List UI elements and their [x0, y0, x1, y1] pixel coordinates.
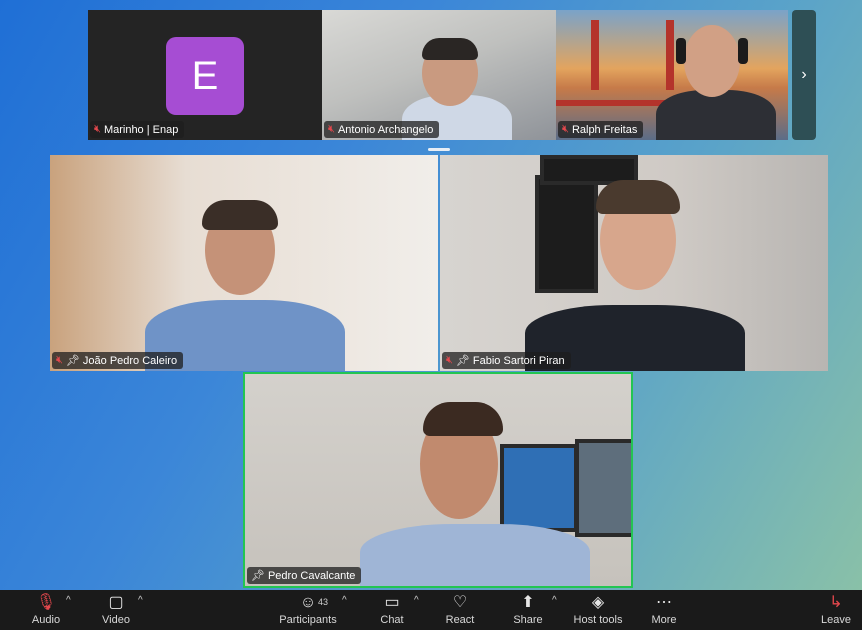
participant-name: Ralph Freitas	[571, 123, 638, 136]
more-dots-icon: ⋯	[656, 594, 672, 611]
more-button[interactable]: ⋯ More	[646, 590, 682, 630]
audio-options-caret[interactable]: ^	[66, 595, 71, 606]
leave-button[interactable]: ↳ Leave	[818, 590, 854, 630]
participant-name: João Pedro Caleiro	[82, 354, 178, 367]
video-tile-pedro-active-speaker[interactable]: 📌︎ Pedro Cavalcante	[243, 372, 633, 588]
participant-nametag: 🔇︎ 📌︎ Fabio Sartori Piran	[442, 352, 571, 369]
video-camera-icon: ▢	[108, 594, 124, 611]
mic-muted-icon: 🔇︎	[328, 123, 335, 135]
heart-icon: ♡	[452, 594, 468, 611]
thumbnail-ralph[interactable]: 🔇︎ Ralph Freitas	[556, 10, 788, 140]
share-options-caret[interactable]: ^	[552, 595, 557, 606]
participants-button[interactable]: ☺ Participants	[278, 590, 338, 630]
participants-count: 43	[318, 597, 329, 607]
mic-muted-icon: 🔇︎	[94, 123, 101, 135]
mic-muted-icon: 🔇︎	[446, 354, 453, 366]
audio-button[interactable]: 🎙︎ Audio	[28, 590, 64, 630]
share-button[interactable]: ⬆ Share	[510, 590, 546, 630]
mic-muted-icon: 🔇︎	[562, 123, 569, 135]
participant-nametag: 📌︎ Pedro Cavalcante	[247, 567, 362, 584]
mic-muted-icon: 🔇︎	[56, 354, 63, 366]
video-options-caret[interactable]: ^	[138, 595, 143, 606]
video-button[interactable]: ▢ Video	[98, 590, 134, 630]
host-tools-button[interactable]: ◈ Host tools	[570, 590, 626, 630]
mic-muted-icon: 🎙︎	[35, 594, 57, 611]
participant-nametag: 🔇︎ Antonio Archangelo	[324, 121, 440, 138]
avatar: E	[166, 37, 244, 115]
participant-name: Antonio Archangelo	[337, 123, 434, 136]
chat-bubble-icon: ▭	[384, 594, 400, 611]
participant-nametag: 🔇︎ Marinho | Enap	[90, 121, 185, 138]
pin-icon: 📌︎	[251, 570, 265, 582]
pin-icon: 📌︎	[65, 355, 80, 367]
drag-handle[interactable]	[428, 148, 450, 151]
chevron-right-icon[interactable]: ›	[792, 10, 816, 140]
pin-icon: 📌︎	[455, 355, 470, 367]
video-tile-joao[interactable]: 🔇︎ 📌︎ João Pedro Caleiro	[50, 155, 438, 371]
participant-nametag: 🔇︎ Ralph Freitas	[558, 121, 644, 138]
participant-nametag: 🔇︎ 📌︎ João Pedro Caleiro	[52, 352, 184, 369]
react-button[interactable]: ♡ React	[442, 590, 478, 630]
participant-name: Fabio Sartori Piran	[472, 354, 565, 367]
share-screen-icon: ⬆	[521, 594, 535, 611]
thumbnail-marinho[interactable]: E 🔇︎ Marinho | Enap	[88, 10, 322, 140]
chat-button[interactable]: ▭ Chat	[374, 590, 410, 630]
chat-options-caret[interactable]: ^	[414, 595, 419, 606]
video-tile-fabio[interactable]: 🔇︎ 📌︎ Fabio Sartori Piran	[440, 155, 828, 371]
participant-name: Marinho | Enap	[103, 123, 179, 136]
leave-door-icon: ↳	[829, 594, 843, 611]
participants-icon: ☺	[299, 594, 317, 611]
participant-name: Pedro Cavalcante	[267, 569, 356, 582]
shield-icon: ◈	[591, 594, 605, 611]
meeting-toolbar: 🎙︎ Audio ^ ▢ Video ^ ☺ Participants 43 ^…	[0, 590, 862, 630]
thumbnail-strip: E 🔇︎ Marinho | Enap 🔇︎ Antonio Archangel…	[88, 10, 788, 140]
thumbnail-antonio[interactable]: 🔇︎ Antonio Archangelo	[322, 10, 556, 140]
participants-options-caret[interactable]: ^	[342, 595, 347, 606]
